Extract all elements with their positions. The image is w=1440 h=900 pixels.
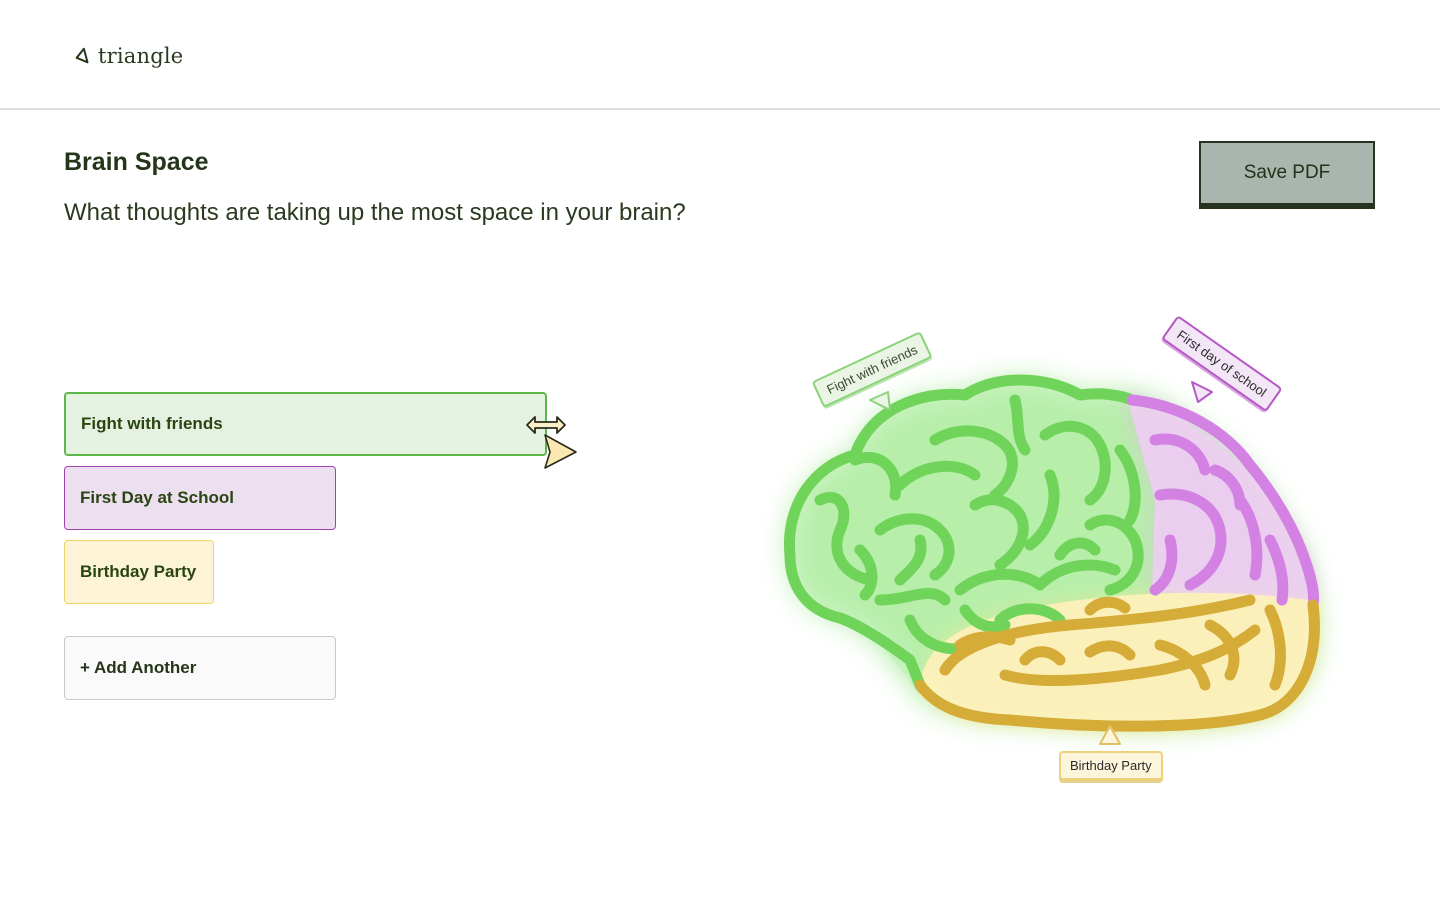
thought-label: Birthday Party: [80, 562, 197, 581]
thought-label: Fight with friends: [81, 414, 223, 433]
thought-item-birthday-party[interactable]: Birthday Party: [64, 540, 214, 604]
app-logo[interactable]: triangle: [74, 44, 183, 68]
add-another-button[interactable]: + Add Another: [64, 636, 336, 700]
triangle-logo-icon: [75, 47, 89, 64]
pointer-cursor-icon: [544, 434, 577, 469]
save-pdf-button[interactable]: Save PDF: [1199, 141, 1375, 209]
logo-text: triangle: [98, 44, 184, 68]
add-another-label: + Add Another: [80, 658, 197, 677]
thought-item-first-day-at-school[interactable]: First Day at School: [64, 466, 336, 530]
brain-tag-birthday-party[interactable]: Birthday Party: [1059, 751, 1163, 780]
thought-item-fight-with-friends[interactable]: Fight with friends: [64, 392, 547, 456]
page-title: Brain Space: [64, 148, 209, 176]
app-header: triangle: [0, 0, 1440, 110]
page-subtitle: What thoughts are taking up the most spa…: [64, 199, 686, 226]
thought-label: First Day at School: [80, 488, 234, 507]
